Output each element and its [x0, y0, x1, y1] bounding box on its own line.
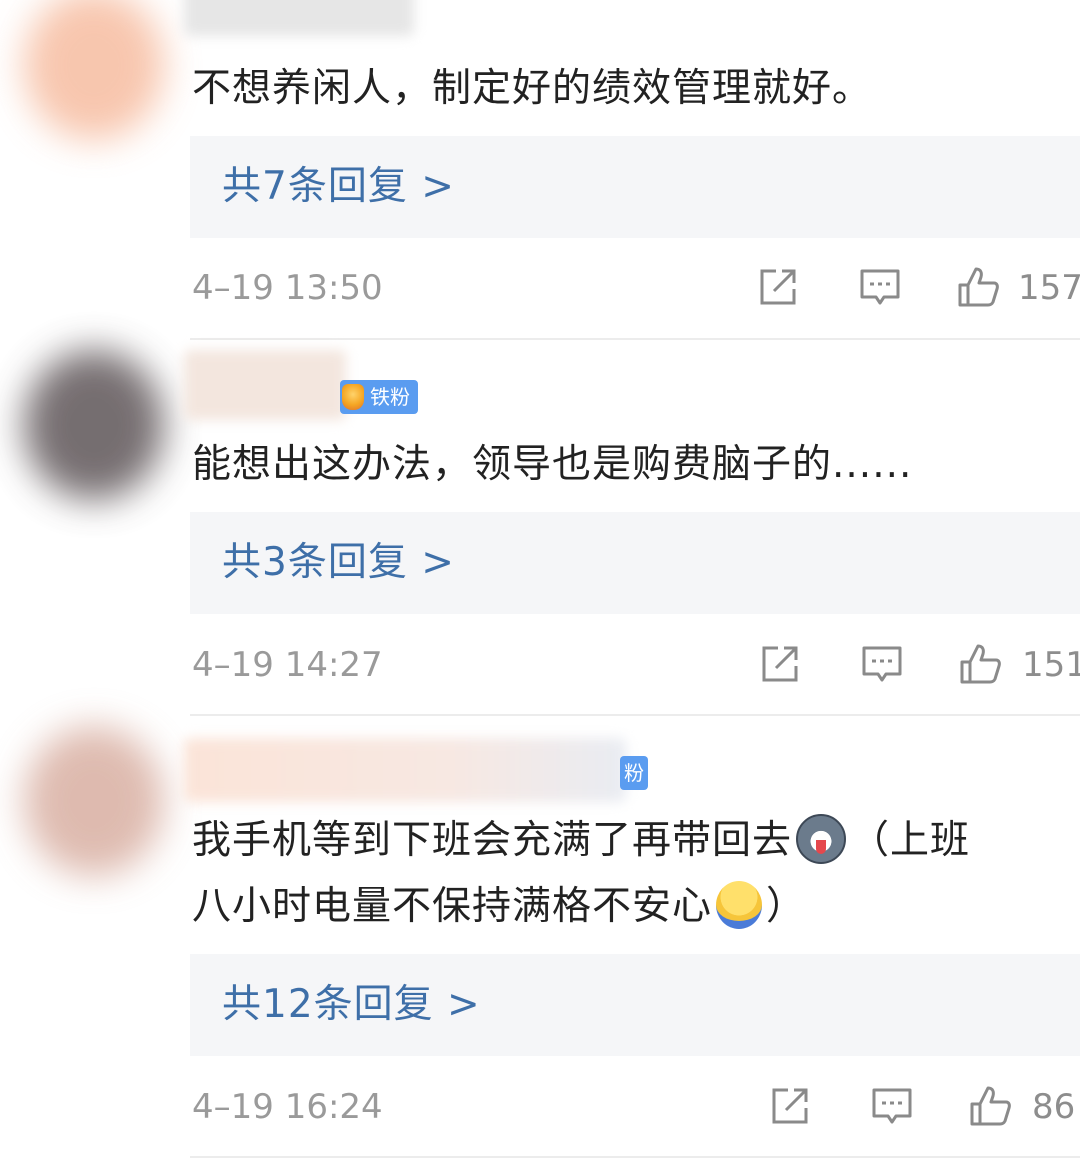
like-count: 86 — [1032, 1087, 1076, 1127]
comment-text-line1-after: （上班 — [850, 818, 971, 863]
fan-badge: 粉 — [620, 756, 648, 790]
medal-icon — [342, 384, 364, 410]
comment-meta: 4–19 16:24 86 — [0, 1082, 1080, 1132]
comment-text: 不想养闲人，制定好的绩效管理就好。 — [192, 66, 873, 111]
view-replies-button[interactable]: 共12条回复 > — [190, 954, 1080, 1056]
view-replies-button[interactable]: 共3条回复 > — [190, 512, 1080, 614]
comment-text-line2: 八小时电量不保持满格不安心 — [192, 884, 713, 929]
avatar[interactable] — [24, 350, 164, 500]
like-count: 151 — [1022, 645, 1080, 685]
comment-text: 能想出这办法，领导也是购费脑子的...... — [192, 442, 913, 487]
like-count: 157 — [1018, 268, 1080, 308]
timestamp: 4–19 13:50 — [192, 268, 383, 308]
comment-item: 不想养闲人，制定好的绩效管理就好。 共7条回复 > 4–19 13:50 157 — [0, 0, 1080, 340]
replies-label: 共12条回复 > — [222, 982, 481, 1027]
comment-icon[interactable] — [870, 1084, 914, 1128]
comment-icon[interactable] — [858, 265, 902, 309]
username-blurred[interactable] — [184, 0, 414, 36]
thumbs-up-icon[interactable] — [968, 1084, 1012, 1128]
comment-item: 粉 我手机等到下班会充满了再带回去 （上班 八小时电量不保持满格不安心 ） 共12条… — [0, 716, 1080, 1170]
username-blurred[interactable] — [184, 738, 626, 802]
replies-label: 共7条回复 > — [222, 164, 455, 209]
thumbs-up-icon[interactable] — [956, 265, 1000, 309]
comment-meta: 4–19 14:27 151 — [0, 640, 1080, 690]
badge-label: 铁粉 — [370, 385, 410, 409]
comment-icon[interactable] — [860, 642, 904, 686]
share-icon[interactable] — [758, 642, 802, 686]
husky-face-emoji — [796, 813, 847, 864]
divider — [190, 1156, 1080, 1158]
view-replies-button[interactable]: 共7条回复 > — [190, 136, 1080, 238]
comment-text-line2-after: ） — [766, 884, 807, 929]
avatar[interactable] — [24, 0, 164, 140]
badge-label: 粉 — [624, 761, 644, 785]
comment-text-line1: 我手机等到下班会充满了再带回去 — [192, 818, 793, 863]
worried-face-emoji — [716, 880, 763, 929]
share-icon[interactable] — [756, 265, 800, 309]
comment-meta: 4–19 13:50 157 — [0, 263, 1080, 313]
thumbs-up-icon[interactable] — [958, 642, 1002, 686]
replies-label: 共3条回复 > — [222, 540, 455, 585]
fan-badge: 铁粉 — [340, 380, 418, 414]
share-icon[interactable] — [768, 1084, 812, 1128]
timestamp: 4–19 14:27 — [192, 645, 383, 685]
timestamp: 4–19 16:24 — [192, 1087, 383, 1127]
comment-text: 我手机等到下班会充满了再带回去 （上班 八小时电量不保持满格不安心 ） — [192, 808, 1072, 940]
comment-item: 铁粉 能想出这办法，领导也是购费脑子的...... 共3条回复 > 4–19 1… — [0, 340, 1080, 716]
username-blurred[interactable] — [184, 350, 346, 420]
avatar[interactable] — [24, 726, 164, 876]
